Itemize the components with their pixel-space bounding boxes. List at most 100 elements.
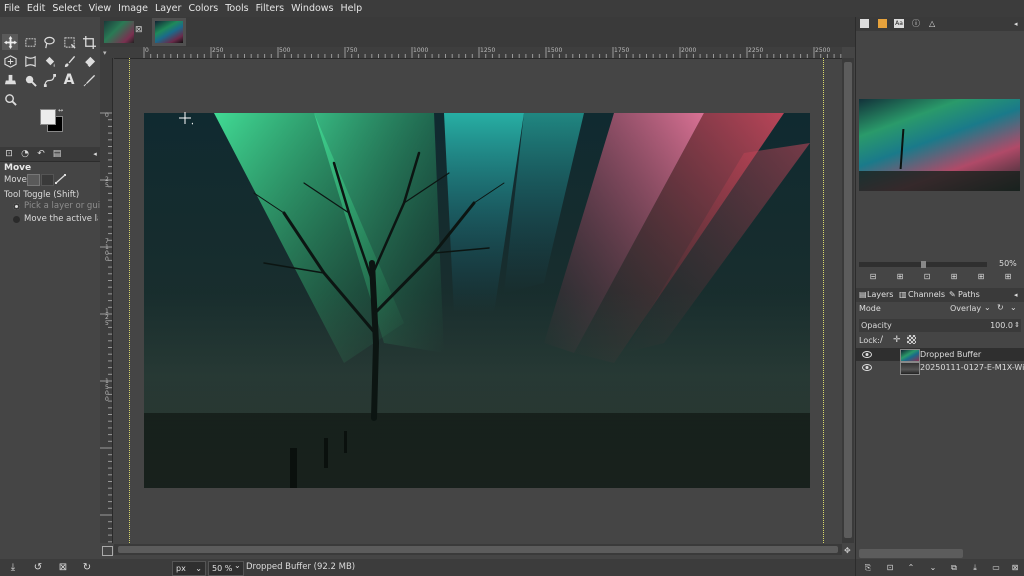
menu-file[interactable]: File (0, 0, 23, 17)
warp-transform-icon[interactable] (22, 53, 38, 69)
move-active-radio[interactable] (13, 216, 20, 223)
clone-icon[interactable] (2, 72, 18, 88)
image-tab-active[interactable] (152, 18, 186, 46)
dock-menu-icon[interactable]: ◂ (1014, 18, 1018, 30)
lock-alpha-icon[interactable] (907, 335, 916, 344)
vertical-scrollbar[interactable] (842, 58, 854, 543)
lasso-icon[interactable] (41, 34, 57, 50)
tool-options-tab-icon[interactable]: ⊡ (2, 148, 16, 160)
raise-layer-icon[interactable]: ⌃ (905, 562, 917, 573)
pick-layer-radio[interactable] (13, 203, 20, 210)
quick-mask-icon[interactable] (102, 546, 113, 556)
tab-paths[interactable]: Paths (958, 289, 980, 301)
help-tab-icon[interactable]: ⓘ (912, 18, 920, 30)
layers-tab-icon[interactable]: ▤ (859, 289, 867, 301)
dock-menu-icon[interactable]: ◂ (1014, 289, 1018, 301)
menu-image[interactable]: Image (114, 0, 151, 17)
menu-edit[interactable]: Edit (23, 0, 48, 17)
save-options-icon[interactable]: ⤓ (6, 561, 20, 574)
hruler-label: 750 (346, 47, 358, 54)
navigation-preview[interactable] (859, 99, 1020, 191)
unified-transform-icon[interactable] (2, 53, 18, 69)
horizontal-ruler[interactable]: 0 250 500 750 1000 1250 1500 1750 2000 2… (114, 47, 842, 59)
image-tab-thumbnail-1[interactable] (104, 21, 134, 43)
fonts-tab-icon[interactable]: Aa (894, 19, 904, 28)
menu-help[interactable]: Help (337, 0, 366, 17)
paintbrush-icon[interactable] (61, 53, 77, 69)
aurora-tree-image[interactable] (144, 113, 810, 488)
merge-layer-icon[interactable]: ⤓ (969, 562, 981, 573)
visibility-eye-icon[interactable] (862, 363, 872, 372)
fit-image-icon[interactable]: ⊞ (948, 271, 960, 282)
zoom-tool-icon[interactable] (2, 91, 18, 107)
fill-window-icon[interactable]: ⊞ (975, 271, 987, 282)
layers-hscrollbar[interactable] (859, 549, 963, 558)
vertical-ruler[interactable]: 0 2 5 7 1 0 0 1 2 5 1 5 0 0 (100, 58, 113, 543)
move-path-icon[interactable] (55, 174, 66, 184)
hruler-label: 2500 (815, 47, 831, 54)
spinner-icon[interactable]: ⇕ (1014, 319, 1020, 332)
menu-colors[interactable]: Colors (184, 0, 221, 17)
restore-options-icon[interactable]: ↺ (31, 561, 45, 574)
mode-label: Mode (859, 304, 881, 313)
menu-tools[interactable]: Tools (221, 0, 251, 17)
move-selection-icon[interactable] (41, 174, 54, 186)
delete-options-icon[interactable]: ⊠ (56, 561, 70, 574)
move-tool-icon[interactable] (2, 34, 18, 50)
menu-filters[interactable]: Filters (252, 0, 287, 17)
tab-layers[interactable]: Layers (867, 289, 893, 301)
chevron-down-icon[interactable]: ⌄ (984, 303, 991, 312)
chevron-down-icon[interactable]: ⌄ (1010, 303, 1017, 312)
layer-row[interactable]: 20250111-0127-E-M1X-Winte (856, 361, 1024, 375)
channels-tab-icon[interactable]: ▥ (899, 289, 907, 301)
bucket-fill-icon[interactable] (41, 53, 57, 69)
reset-options-icon[interactable]: ↻ (80, 561, 94, 574)
fuzzy-select-icon[interactable] (61, 34, 77, 50)
paths-tab-icon[interactable]: ✎ (949, 289, 956, 301)
move-layer-icon[interactable] (27, 174, 40, 186)
chevron-down-icon[interactable]: ⌄ (234, 561, 241, 570)
brushes-tab-icon[interactable] (860, 19, 869, 28)
navigation-zoom-slider-thumb[interactable] (921, 261, 926, 268)
navigation-tab-icon[interactable]: △ (929, 18, 935, 30)
crop-icon[interactable] (81, 34, 97, 50)
menu-select[interactable]: Select (48, 0, 84, 17)
reset-mode-icon[interactable]: ↻ (997, 303, 1004, 312)
images-tab-icon[interactable]: ▤ (50, 148, 64, 160)
tab-channels[interactable]: Channels (908, 289, 945, 301)
close-tab-icon[interactable]: ⊠ (135, 26, 144, 35)
smudge-icon[interactable] (22, 72, 38, 88)
new-layer-group-icon[interactable]: ⊡ (884, 562, 896, 573)
duplicate-layer-icon[interactable]: ⧉ (948, 562, 960, 573)
unit-select[interactable]: px ⌄ (172, 561, 206, 576)
zoom-in-icon[interactable]: ⊞ (894, 271, 906, 282)
navigate-icon[interactable]: ✥ (844, 546, 853, 555)
menu-view[interactable]: View (85, 0, 115, 17)
visibility-eye-icon[interactable] (862, 350, 872, 359)
menu-layer[interactable]: Layer (151, 0, 185, 17)
fg-bg-color-swatch[interactable]: ↔ (39, 108, 65, 134)
navigation-zoom-slider[interactable] (859, 261, 987, 268)
mode-select[interactable]: Overlay (950, 304, 981, 313)
menu-windows[interactable]: Windows (287, 0, 336, 17)
horizontal-scrollbar[interactable] (114, 544, 842, 555)
rect-select-icon[interactable] (22, 34, 38, 50)
zoom-out-icon[interactable]: ⊟ (867, 271, 879, 282)
eraser-icon[interactable] (81, 53, 97, 69)
zoom-1-1-icon[interactable]: ⊡ (921, 271, 933, 282)
undo-history-tab-icon[interactable]: ↶ (34, 148, 48, 160)
new-layer-icon[interactable]: ⎘ (862, 562, 874, 573)
lock-pixels-icon[interactable]: ∕ (880, 335, 883, 345)
color-picker-icon[interactable] (81, 72, 97, 88)
text-tool-icon[interactable]: A (61, 72, 77, 88)
shrink-wrap-icon[interactable]: ⊞ (1002, 271, 1014, 282)
mask-layer-icon[interactable]: ▭ (990, 562, 1002, 573)
patterns-tab-icon[interactable] (878, 19, 887, 28)
layer-row[interactable]: Dropped Buffer (856, 348, 1024, 362)
device-status-tab-icon[interactable]: ◔ (18, 148, 32, 160)
lock-position-icon[interactable]: ✛ (893, 335, 901, 345)
lower-layer-icon[interactable]: ⌄ (927, 562, 939, 573)
delete-layer-icon[interactable]: ⊠ (1009, 562, 1021, 573)
opacity-field[interactable]: Opacity 100.0 ⇕ (859, 319, 1021, 332)
paths-icon[interactable] (41, 72, 57, 88)
